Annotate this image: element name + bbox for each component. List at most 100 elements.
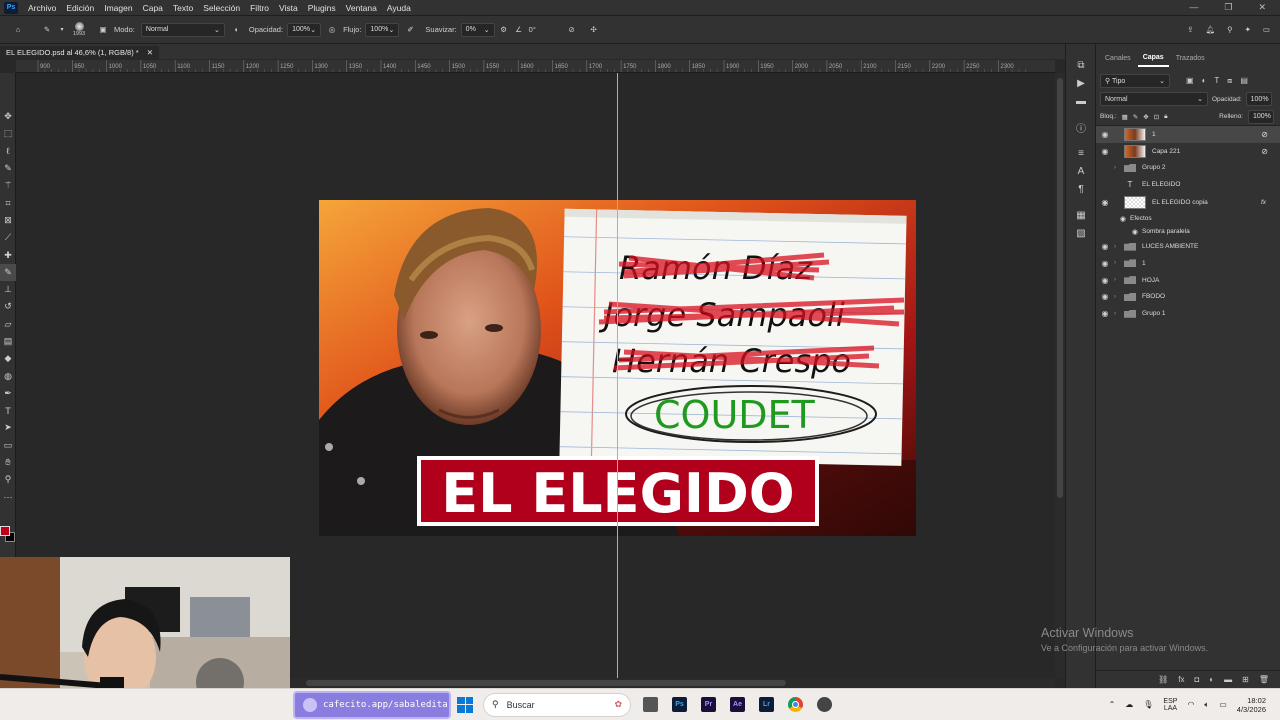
symmetry-icon[interactable]: ✣ xyxy=(583,25,605,34)
microphone-icon[interactable]: 🎙︎ xyxy=(1143,700,1153,709)
chevron-up-icon[interactable]: ⌃ xyxy=(1109,700,1116,709)
layer-row-group-1[interactable]: ◉ › 1 xyxy=(1096,255,1280,272)
eye-icon[interactable]: ◉ xyxy=(1096,198,1114,207)
frame-tool-icon[interactable]: ⊠ xyxy=(0,212,16,229)
foreground-color-swatch[interactable] xyxy=(0,526,10,536)
filter-adjust-icon[interactable]: ◐ xyxy=(1202,76,1207,86)
layer-row-grupo-1[interactable]: ◉ › Grupo 1 xyxy=(1096,305,1280,322)
gradient-tool-icon[interactable]: ▤ xyxy=(0,333,16,350)
layer-row-el-elegido[interactable]: T EL ELEGIDO xyxy=(1096,176,1280,193)
discover-icon[interactable]: ✦ xyxy=(1245,25,1251,34)
layer-row-luces-ambiente[interactable]: ◉ › LUCES AMBIENTE xyxy=(1096,238,1280,255)
fill-input[interactable]: 100% xyxy=(1248,109,1274,124)
scroll-thumb[interactable] xyxy=(306,680,786,686)
adjustments-panel-icon[interactable]: ≡ xyxy=(1066,144,1096,162)
menu-ventana[interactable]: Ventana xyxy=(341,3,382,13)
libraries-panel-icon[interactable]: ▦ xyxy=(1066,206,1096,224)
properties-panel-icon[interactable]: ▧ xyxy=(1066,224,1096,242)
minimize-icon[interactable]: — xyxy=(1189,2,1198,13)
task-view-icon[interactable] xyxy=(643,697,658,712)
move-tool-icon[interactable]: ✥ xyxy=(0,108,16,125)
eye-icon[interactable]: ◉ xyxy=(1096,215,1130,223)
new-layer-icon[interactable]: ⊞ xyxy=(1242,675,1249,684)
hand-tool-icon[interactable]: ✋︎ xyxy=(0,454,16,471)
eye-icon[interactable]: ◉ xyxy=(1096,130,1114,139)
notification-icon[interactable]: 🔔︎ xyxy=(1206,25,1216,34)
lock-paint-icon[interactable]: ✎ xyxy=(1133,113,1138,121)
history-panel-icon[interactable]: ⧉ xyxy=(1066,56,1096,74)
eye-icon[interactable]: ◉ xyxy=(1096,147,1114,156)
mask-icon[interactable]: ◘ xyxy=(1194,675,1199,684)
shape-tool-icon[interactable]: ▭ xyxy=(0,437,16,454)
menu-texto[interactable]: Texto xyxy=(168,3,198,13)
filter-smart-icon[interactable]: ▤ xyxy=(1240,76,1248,86)
menu-vista[interactable]: Vista xyxy=(274,3,303,13)
actions-panel-icon[interactable]: ▶ xyxy=(1066,74,1096,92)
menu-capa[interactable]: Capa xyxy=(138,3,168,13)
battery-icon[interactable]: ▭ xyxy=(1219,700,1227,709)
layer-row-grupo-2[interactable]: › Grupo 2 xyxy=(1096,160,1280,177)
pressure-opacity-icon[interactable]: ◐ xyxy=(229,25,245,34)
lock-artboard-icon[interactable]: ⊡ xyxy=(1154,113,1159,121)
brush-settings-icon[interactable]: ▣ xyxy=(92,25,114,34)
menu-plugins[interactable]: Plugins xyxy=(303,3,341,13)
adjustment-layer-icon[interactable]: ◐ xyxy=(1209,675,1214,684)
eye-icon[interactable]: ◉ xyxy=(1096,309,1114,318)
restore-icon[interactable]: ❐ xyxy=(1224,2,1232,13)
character-panel-icon[interactable]: A xyxy=(1066,162,1096,180)
eye-icon[interactable]: ◉ xyxy=(1096,276,1114,285)
smooth-input[interactable]: 0% ⌄ xyxy=(460,22,495,37)
brush-tool-icon[interactable]: ✎ xyxy=(36,25,58,34)
brush-tool-active-icon[interactable]: ✎ xyxy=(0,263,16,281)
chevron-right-icon[interactable]: › xyxy=(1114,277,1124,283)
pen-tool-icon[interactable]: ✒ xyxy=(0,385,16,402)
photoshop-app-icon[interactable]: Ps xyxy=(672,697,687,712)
scroll-thumb[interactable] xyxy=(1057,78,1063,498)
angle-value[interactable]: 0° xyxy=(529,25,561,34)
share-icon[interactable]: ⇪ xyxy=(1187,25,1193,34)
flow-input[interactable]: 100% ⌄ xyxy=(365,22,400,37)
after-effects-app-icon[interactable]: Ae xyxy=(730,697,745,712)
lock-pixels-icon[interactable]: ▦ xyxy=(1122,113,1128,121)
chevron-right-icon[interactable]: › xyxy=(1114,311,1124,317)
close-window-icon[interactable]: ✕ xyxy=(1258,2,1266,13)
vertical-scrollbar[interactable] xyxy=(1055,73,1065,678)
eye-icon[interactable]: ◉ xyxy=(1096,292,1114,301)
chevron-right-icon[interactable]: › xyxy=(1114,244,1124,250)
menu-ayuda[interactable]: Ayuda xyxy=(382,3,416,13)
tool-preset-chevron-icon[interactable]: ▾ xyxy=(58,26,66,33)
crop-tool-icon[interactable]: ⌗ xyxy=(0,194,16,211)
gear-icon[interactable]: ⚙ xyxy=(495,25,513,34)
paragraph-panel-icon[interactable]: ¶ xyxy=(1066,180,1096,198)
clock[interactable]: 18:02 4/3/2026 xyxy=(1237,696,1266,714)
language-indicator[interactable]: ESP LAA xyxy=(1163,698,1177,712)
premiere-app-icon[interactable]: Pr xyxy=(701,697,716,712)
history-brush-icon[interactable]: ↺ xyxy=(0,298,16,315)
color-swatches[interactable] xyxy=(0,525,16,545)
dodge-tool-icon[interactable]: ◍ xyxy=(0,367,16,384)
quick-select-tool-icon[interactable]: ✎ xyxy=(0,160,16,177)
volume-icon[interactable]: 🔈︎ xyxy=(1204,700,1209,710)
eye-icon[interactable]: ◉ xyxy=(1096,259,1114,268)
info-panel-icon[interactable]: ⓘ xyxy=(1066,118,1096,136)
home-icon[interactable]: ⌂ xyxy=(0,25,36,34)
tab-trazados[interactable]: Trazados xyxy=(1171,51,1210,66)
tab-canales[interactable]: Canales xyxy=(1100,51,1136,66)
eyedropper-tool-icon[interactable]: ⟋ xyxy=(0,229,16,246)
layer-row-el-elegido-copia[interactable]: ◉ EL ELEGIDO copia fx xyxy=(1096,193,1280,212)
marquee-tool-icon[interactable]: ⬚ xyxy=(0,125,16,142)
chrome-app-icon[interactable] xyxy=(788,697,803,712)
airbrush-icon[interactable]: ✐ xyxy=(399,25,421,34)
eye-icon[interactable]: ◉ xyxy=(1096,228,1142,236)
fx-badge[interactable]: fx xyxy=(1261,199,1266,206)
menu-archivo[interactable]: Archivo xyxy=(23,3,61,13)
pressure-size-icon[interactable]: ⊘ xyxy=(561,25,583,34)
layer-row-1[interactable]: ◉ 1 ⊘ xyxy=(1096,126,1280,143)
network-cloud-icon[interactable]: ☁ xyxy=(1125,700,1133,709)
eye-icon[interactable]: ◉ xyxy=(1096,242,1114,251)
eraser-tool-icon[interactable]: ▱ xyxy=(0,316,16,333)
chevron-right-icon[interactable]: › xyxy=(1114,260,1124,266)
brush-size-picker[interactable]: 1993 xyxy=(66,22,92,37)
filter-pixel-icon[interactable]: ▣ xyxy=(1186,76,1194,86)
menu-seleccion[interactable]: Selección xyxy=(198,3,245,13)
